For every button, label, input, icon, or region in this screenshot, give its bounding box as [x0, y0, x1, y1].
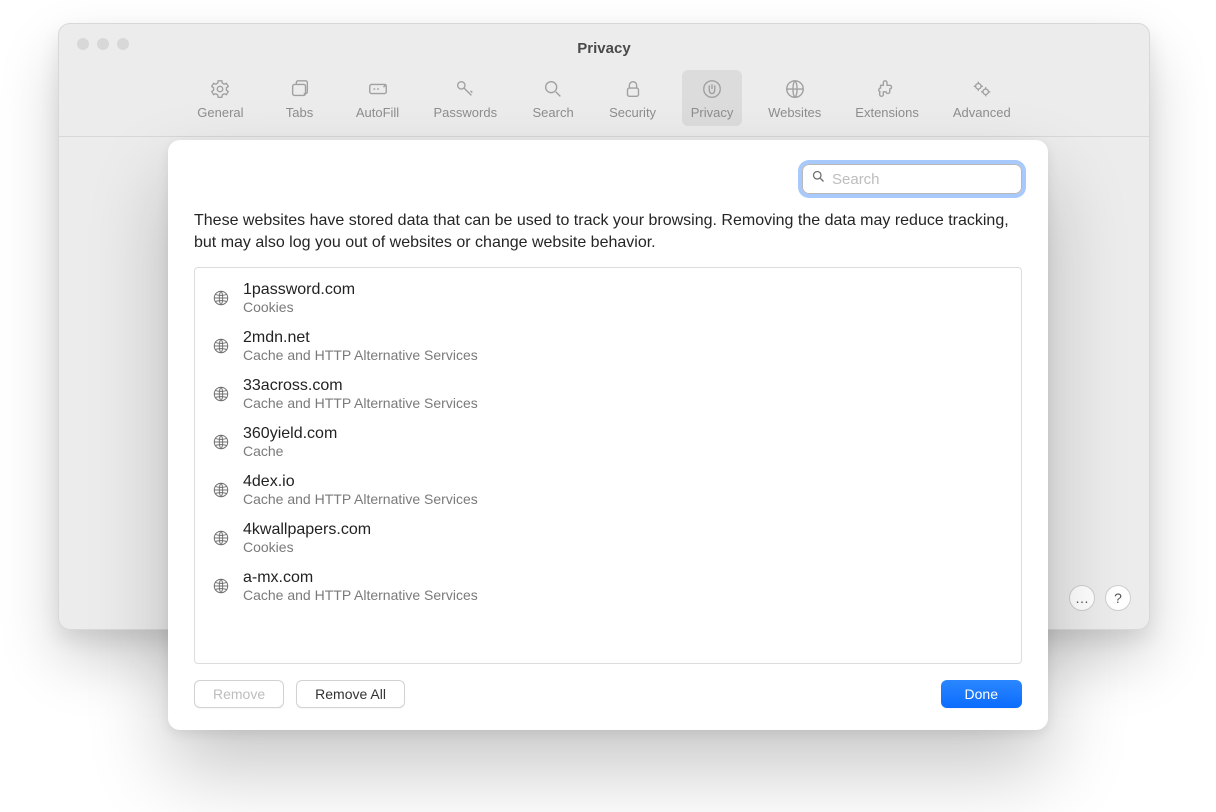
search-field[interactable]: [802, 164, 1022, 194]
tab-label: Tabs: [286, 105, 313, 120]
done-button[interactable]: Done: [941, 680, 1022, 708]
website-data-sheet: These websites have stored data that can…: [168, 140, 1048, 730]
tab-label: Security: [609, 105, 656, 120]
window-title: Privacy: [577, 32, 630, 57]
sheet-button-bar: Remove Remove All Done: [194, 680, 1022, 708]
row-detail: Cache: [243, 443, 337, 460]
website-data-row[interactable]: 33across.comCache and HTTP Alternative S…: [195, 370, 1021, 418]
tab-websites[interactable]: Websites: [760, 70, 829, 126]
window-footer-buttons: … ?: [1069, 585, 1131, 611]
row-detail: Cache and HTTP Alternative Services: [243, 491, 478, 508]
help-button[interactable]: ?: [1105, 585, 1131, 611]
website-data-list[interactable]: 1password.comCookies2mdn.netCache and HT…: [194, 267, 1022, 664]
globe-icon: [211, 528, 231, 548]
website-data-row[interactable]: 4dex.ioCache and HTTP Alternative Servic…: [195, 466, 1021, 514]
tab-search[interactable]: Search: [523, 70, 583, 126]
lock-icon: [620, 76, 646, 102]
search-icon: [811, 169, 826, 189]
puzzle-icon: [874, 76, 900, 102]
remove-button[interactable]: Remove: [194, 680, 284, 708]
tab-label: AutoFill: [356, 105, 399, 120]
row-text: a-mx.comCache and HTTP Alternative Servi…: [243, 568, 478, 604]
tab-label: Privacy: [691, 105, 734, 120]
website-data-row[interactable]: 1password.comCookies: [195, 274, 1021, 322]
more-button[interactable]: …: [1069, 585, 1095, 611]
zoom-window-button[interactable]: [117, 38, 129, 50]
row-text: 2mdn.netCache and HTTP Alternative Servi…: [243, 328, 478, 364]
tab-advanced[interactable]: Advanced: [945, 70, 1019, 126]
sheet-description: These websites have stored data that can…: [194, 210, 1022, 253]
globe-icon: [211, 384, 231, 404]
tab-security[interactable]: Security: [601, 70, 664, 126]
tab-tabs[interactable]: Tabs: [270, 70, 330, 126]
tab-extensions[interactable]: Extensions: [847, 70, 927, 126]
key-icon: [452, 76, 478, 102]
row-text: 4dex.ioCache and HTTP Alternative Servic…: [243, 472, 478, 508]
tab-privacy[interactable]: Privacy: [682, 70, 742, 126]
globe-icon: [211, 480, 231, 500]
remove-all-button[interactable]: Remove All: [296, 680, 405, 708]
minimize-window-button[interactable]: [97, 38, 109, 50]
row-text: 4kwallpapers.comCookies: [243, 520, 371, 556]
preferences-toolbar: General Tabs AutoFill Passwords Search S…: [59, 64, 1149, 137]
globe-icon: [211, 576, 231, 596]
globe-icon: [782, 76, 808, 102]
row-text: 33across.comCache and HTTP Alternative S…: [243, 376, 478, 412]
tab-label: Websites: [768, 105, 821, 120]
tab-general[interactable]: General: [189, 70, 251, 126]
globe-icon: [211, 288, 231, 308]
autofill-icon: [365, 76, 391, 102]
search-icon: [540, 76, 566, 102]
close-window-button[interactable]: [77, 38, 89, 50]
row-domain: 4dex.io: [243, 472, 478, 491]
row-detail: Cookies: [243, 299, 355, 316]
row-domain: 33across.com: [243, 376, 478, 395]
gear-icon: [207, 76, 233, 102]
website-data-row[interactable]: 2mdn.netCache and HTTP Alternative Servi…: [195, 322, 1021, 370]
titlebar: Privacy: [59, 24, 1149, 64]
row-detail: Cache and HTTP Alternative Services: [243, 395, 478, 412]
globe-icon: [211, 336, 231, 356]
row-detail: Cookies: [243, 539, 371, 556]
tab-label: Search: [532, 105, 573, 120]
tab-passwords[interactable]: Passwords: [426, 70, 506, 126]
row-domain: 2mdn.net: [243, 328, 478, 347]
row-domain: 1password.com: [243, 280, 355, 299]
row-domain: 4kwallpapers.com: [243, 520, 371, 539]
tab-label: Advanced: [953, 105, 1011, 120]
row-text: 360yield.comCache: [243, 424, 337, 460]
hand-icon: [699, 76, 725, 102]
tab-label: Extensions: [855, 105, 919, 120]
row-text: 1password.comCookies: [243, 280, 355, 316]
website-data-row[interactable]: 360yield.comCache: [195, 418, 1021, 466]
tab-label: Passwords: [434, 105, 498, 120]
row-detail: Cache and HTTP Alternative Services: [243, 347, 478, 364]
website-data-row[interactable]: a-mx.comCache and HTTP Alternative Servi…: [195, 562, 1021, 610]
tab-label: General: [197, 105, 243, 120]
website-data-row[interactable]: 4kwallpapers.comCookies: [195, 514, 1021, 562]
row-domain: 360yield.com: [243, 424, 337, 443]
globe-icon: [211, 432, 231, 452]
traffic-lights: [77, 38, 129, 50]
row-detail: Cache and HTTP Alternative Services: [243, 587, 478, 604]
search-input[interactable]: [832, 171, 1013, 188]
row-domain: a-mx.com: [243, 568, 478, 587]
tab-autofill[interactable]: AutoFill: [348, 70, 408, 126]
gears-icon: [969, 76, 995, 102]
tabs-icon: [287, 76, 313, 102]
